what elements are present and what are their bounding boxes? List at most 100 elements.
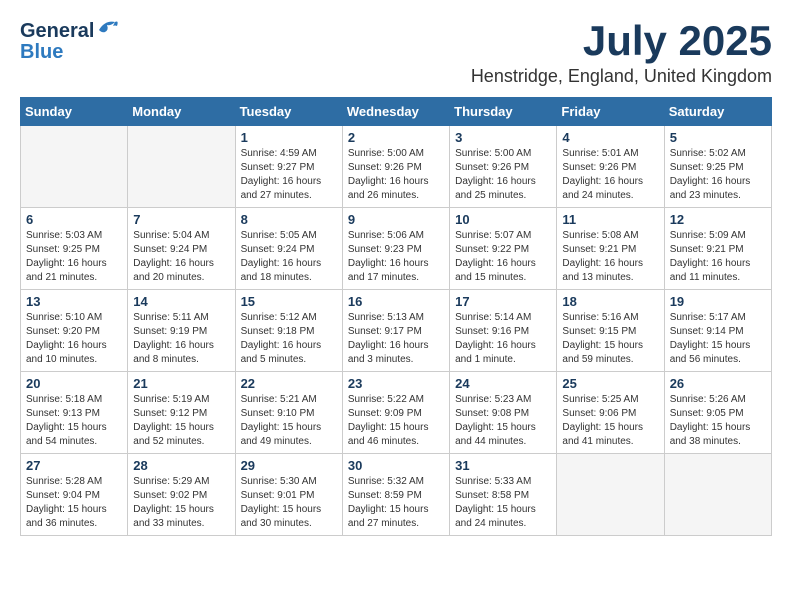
week-row-3: 13Sunrise: 5:10 AM Sunset: 9:20 PM Dayli… (21, 290, 772, 372)
calendar-cell: 5 Sunrise: 5:02 AM Sunset: 9:25 PM Daylig… (664, 126, 771, 208)
day-number: 24 (455, 376, 551, 391)
weekday-header-sunday: Sunday (21, 98, 128, 126)
day-number: 1 (241, 130, 337, 145)
month-year: July 2025 (471, 20, 772, 62)
week-row-1: 1 Sunrise: 4:59 AM Sunset: 9:27 PM Daylig… (21, 126, 772, 208)
day-number: 21 (133, 376, 229, 391)
weekday-header-wednesday: Wednesday (342, 98, 449, 126)
calendar-cell: 4 Sunrise: 5:01 AM Sunset: 9:26 PM Daylig… (557, 126, 664, 208)
day-number: 23 (348, 376, 444, 391)
day-number: 11 (562, 212, 658, 227)
calendar-cell: 19 Sunrise: 5:17 AM Sunset: 9:14 PM Dayli… (664, 290, 771, 372)
day-info: Sunrise: 5:26 AM Sunset: 9:05 PM Dayligh… (670, 393, 766, 449)
location: Henstridge, England, United Kingdom (471, 66, 772, 87)
weekday-header-monday: Monday (128, 98, 235, 126)
day-info: Sunrise: 5:05 AM Sunset: 9:24 PM Dayligh… (241, 229, 337, 285)
day-info: Sunrise: 5:30 AM Sunset: 9:01 PM Dayligh… (241, 475, 337, 531)
calendar-cell: 2 Sunrise: 5:00 AM Sunset: 9:26 PM Daylig… (342, 126, 449, 208)
day-info: Sunrise: 5:03 AM Sunset: 9:25 PM Dayligh… (26, 229, 122, 285)
calendar-cell: 22Sunrise: 5:21 AM Sunset: 9:10 PM Dayli… (235, 372, 342, 454)
logo: General Blue (20, 20, 119, 64)
weekday-header-row: SundayMondayTuesdayWednesdayThursdayFrid… (21, 98, 772, 126)
day-info: Sunrise: 5:10 AM Sunset: 9:20 PM Dayligh… (26, 311, 122, 367)
page-header: General Blue July 2025 Henstridge, Engla… (20, 20, 772, 87)
day-number: 31 (455, 458, 551, 473)
calendar-cell: 15 Sunrise: 5:12 AM Sunset: 9:18 PM Dayli… (235, 290, 342, 372)
calendar-cell: 3 Sunrise: 5:00 AM Sunset: 9:26 PM Daylig… (450, 126, 557, 208)
day-info: Sunrise: 5:02 AM Sunset: 9:25 PM Dayligh… (670, 147, 766, 203)
week-row-5: 27 Sunrise: 5:28 AM Sunset: 9:04 PM Dayli… (21, 454, 772, 536)
calendar-cell (664, 454, 771, 536)
day-number: 29 (241, 458, 337, 473)
calendar-cell: 16 Sunrise: 5:13 AM Sunset: 9:17 PM Dayli… (342, 290, 449, 372)
day-number: 19 (670, 294, 766, 309)
calendar-cell: 11 Sunrise: 5:08 AM Sunset: 9:21 PM Dayli… (557, 208, 664, 290)
day-number: 28 (133, 458, 229, 473)
day-number: 7 (133, 212, 229, 227)
day-info: Sunrise: 5:14 AM Sunset: 9:16 PM Dayligh… (455, 311, 551, 367)
calendar-cell: 17 Sunrise: 5:14 AM Sunset: 9:16 PM Dayli… (450, 290, 557, 372)
calendar-table: SundayMondayTuesdayWednesdayThursdayFrid… (20, 97, 772, 536)
day-info: Sunrise: 5:25 AM Sunset: 9:06 PM Dayligh… (562, 393, 658, 449)
calendar-cell: 20Sunrise: 5:18 AM Sunset: 9:13 PM Dayli… (21, 372, 128, 454)
calendar-cell (21, 126, 128, 208)
day-info: Sunrise: 5:07 AM Sunset: 9:22 PM Dayligh… (455, 229, 551, 285)
day-number: 3 (455, 130, 551, 145)
day-number: 17 (455, 294, 551, 309)
week-row-2: 6 Sunrise: 5:03 AM Sunset: 9:25 PM Daylig… (21, 208, 772, 290)
day-info: Sunrise: 4:59 AM Sunset: 9:27 PM Dayligh… (241, 147, 337, 203)
day-number: 16 (348, 294, 444, 309)
day-number: 9 (348, 212, 444, 227)
day-info: Sunrise: 5:00 AM Sunset: 9:26 PM Dayligh… (348, 147, 444, 203)
calendar-cell: 21 Sunrise: 5:19 AM Sunset: 9:12 PM Dayli… (128, 372, 235, 454)
calendar-cell: 25 Sunrise: 5:25 AM Sunset: 9:06 PM Dayli… (557, 372, 664, 454)
day-info: Sunrise: 5:22 AM Sunset: 9:09 PM Dayligh… (348, 393, 444, 449)
day-info: Sunrise: 5:17 AM Sunset: 9:14 PM Dayligh… (670, 311, 766, 367)
day-number: 6 (26, 212, 122, 227)
calendar-cell (557, 454, 664, 536)
calendar-cell: 31 Sunrise: 5:33 AM Sunset: 8:58 PM Dayli… (450, 454, 557, 536)
day-info: Sunrise: 5:06 AM Sunset: 9:23 PM Dayligh… (348, 229, 444, 285)
weekday-header-thursday: Thursday (450, 98, 557, 126)
day-info: Sunrise: 5:12 AM Sunset: 9:18 PM Dayligh… (241, 311, 337, 367)
day-number: 27 (26, 458, 122, 473)
day-number: 8 (241, 212, 337, 227)
day-number: 10 (455, 212, 551, 227)
day-info: Sunrise: 5:13 AM Sunset: 9:17 PM Dayligh… (348, 311, 444, 367)
day-info: Sunrise: 5:21 AM Sunset: 9:10 PM Dayligh… (241, 393, 337, 449)
calendar-cell: 8 Sunrise: 5:05 AM Sunset: 9:24 PM Daylig… (235, 208, 342, 290)
day-info: Sunrise: 5:04 AM Sunset: 9:24 PM Dayligh… (133, 229, 229, 285)
day-number: 25 (562, 376, 658, 391)
day-number: 4 (562, 130, 658, 145)
day-number: 12 (670, 212, 766, 227)
day-info: Sunrise: 5:08 AM Sunset: 9:21 PM Dayligh… (562, 229, 658, 285)
calendar-cell: 18 Sunrise: 5:16 AM Sunset: 9:15 PM Dayli… (557, 290, 664, 372)
day-info: Sunrise: 5:11 AM Sunset: 9:19 PM Dayligh… (133, 311, 229, 367)
day-info: Sunrise: 5:00 AM Sunset: 9:26 PM Dayligh… (455, 147, 551, 203)
day-info: Sunrise: 5:28 AM Sunset: 9:04 PM Dayligh… (26, 475, 122, 531)
day-number: 14 (133, 294, 229, 309)
day-number: 18 (562, 294, 658, 309)
day-info: Sunrise: 5:18 AM Sunset: 9:13 PM Dayligh… (26, 393, 122, 449)
calendar-cell: 7 Sunrise: 5:04 AM Sunset: 9:24 PM Daylig… (128, 208, 235, 290)
calendar-cell: 6 Sunrise: 5:03 AM Sunset: 9:25 PM Daylig… (21, 208, 128, 290)
calendar-cell: 24Sunrise: 5:23 AM Sunset: 9:08 PM Dayli… (450, 372, 557, 454)
calendar-cell: 14 Sunrise: 5:11 AM Sunset: 9:19 PM Dayli… (128, 290, 235, 372)
day-info: Sunrise: 5:33 AM Sunset: 8:58 PM Dayligh… (455, 475, 551, 531)
day-info: Sunrise: 5:01 AM Sunset: 9:26 PM Dayligh… (562, 147, 658, 203)
weekday-header-friday: Friday (557, 98, 664, 126)
calendar-cell: 23 Sunrise: 5:22 AM Sunset: 9:09 PM Dayli… (342, 372, 449, 454)
calendar-cell: 10 Sunrise: 5:07 AM Sunset: 9:22 PM Dayli… (450, 208, 557, 290)
calendar-cell: 26 Sunrise: 5:26 AM Sunset: 9:05 PM Dayli… (664, 372, 771, 454)
day-number: 15 (241, 294, 337, 309)
calendar-cell: 9 Sunrise: 5:06 AM Sunset: 9:23 PM Daylig… (342, 208, 449, 290)
logo-blue-text: Blue (20, 41, 119, 64)
calendar-cell: 1 Sunrise: 4:59 AM Sunset: 9:27 PM Daylig… (235, 126, 342, 208)
logo-bird-icon (97, 18, 119, 39)
day-info: Sunrise: 5:19 AM Sunset: 9:12 PM Dayligh… (133, 393, 229, 449)
calendar-cell: 30Sunrise: 5:32 AM Sunset: 8:59 PM Dayli… (342, 454, 449, 536)
day-number: 5 (670, 130, 766, 145)
day-info: Sunrise: 5:16 AM Sunset: 9:15 PM Dayligh… (562, 311, 658, 367)
day-number: 26 (670, 376, 766, 391)
day-number: 2 (348, 130, 444, 145)
